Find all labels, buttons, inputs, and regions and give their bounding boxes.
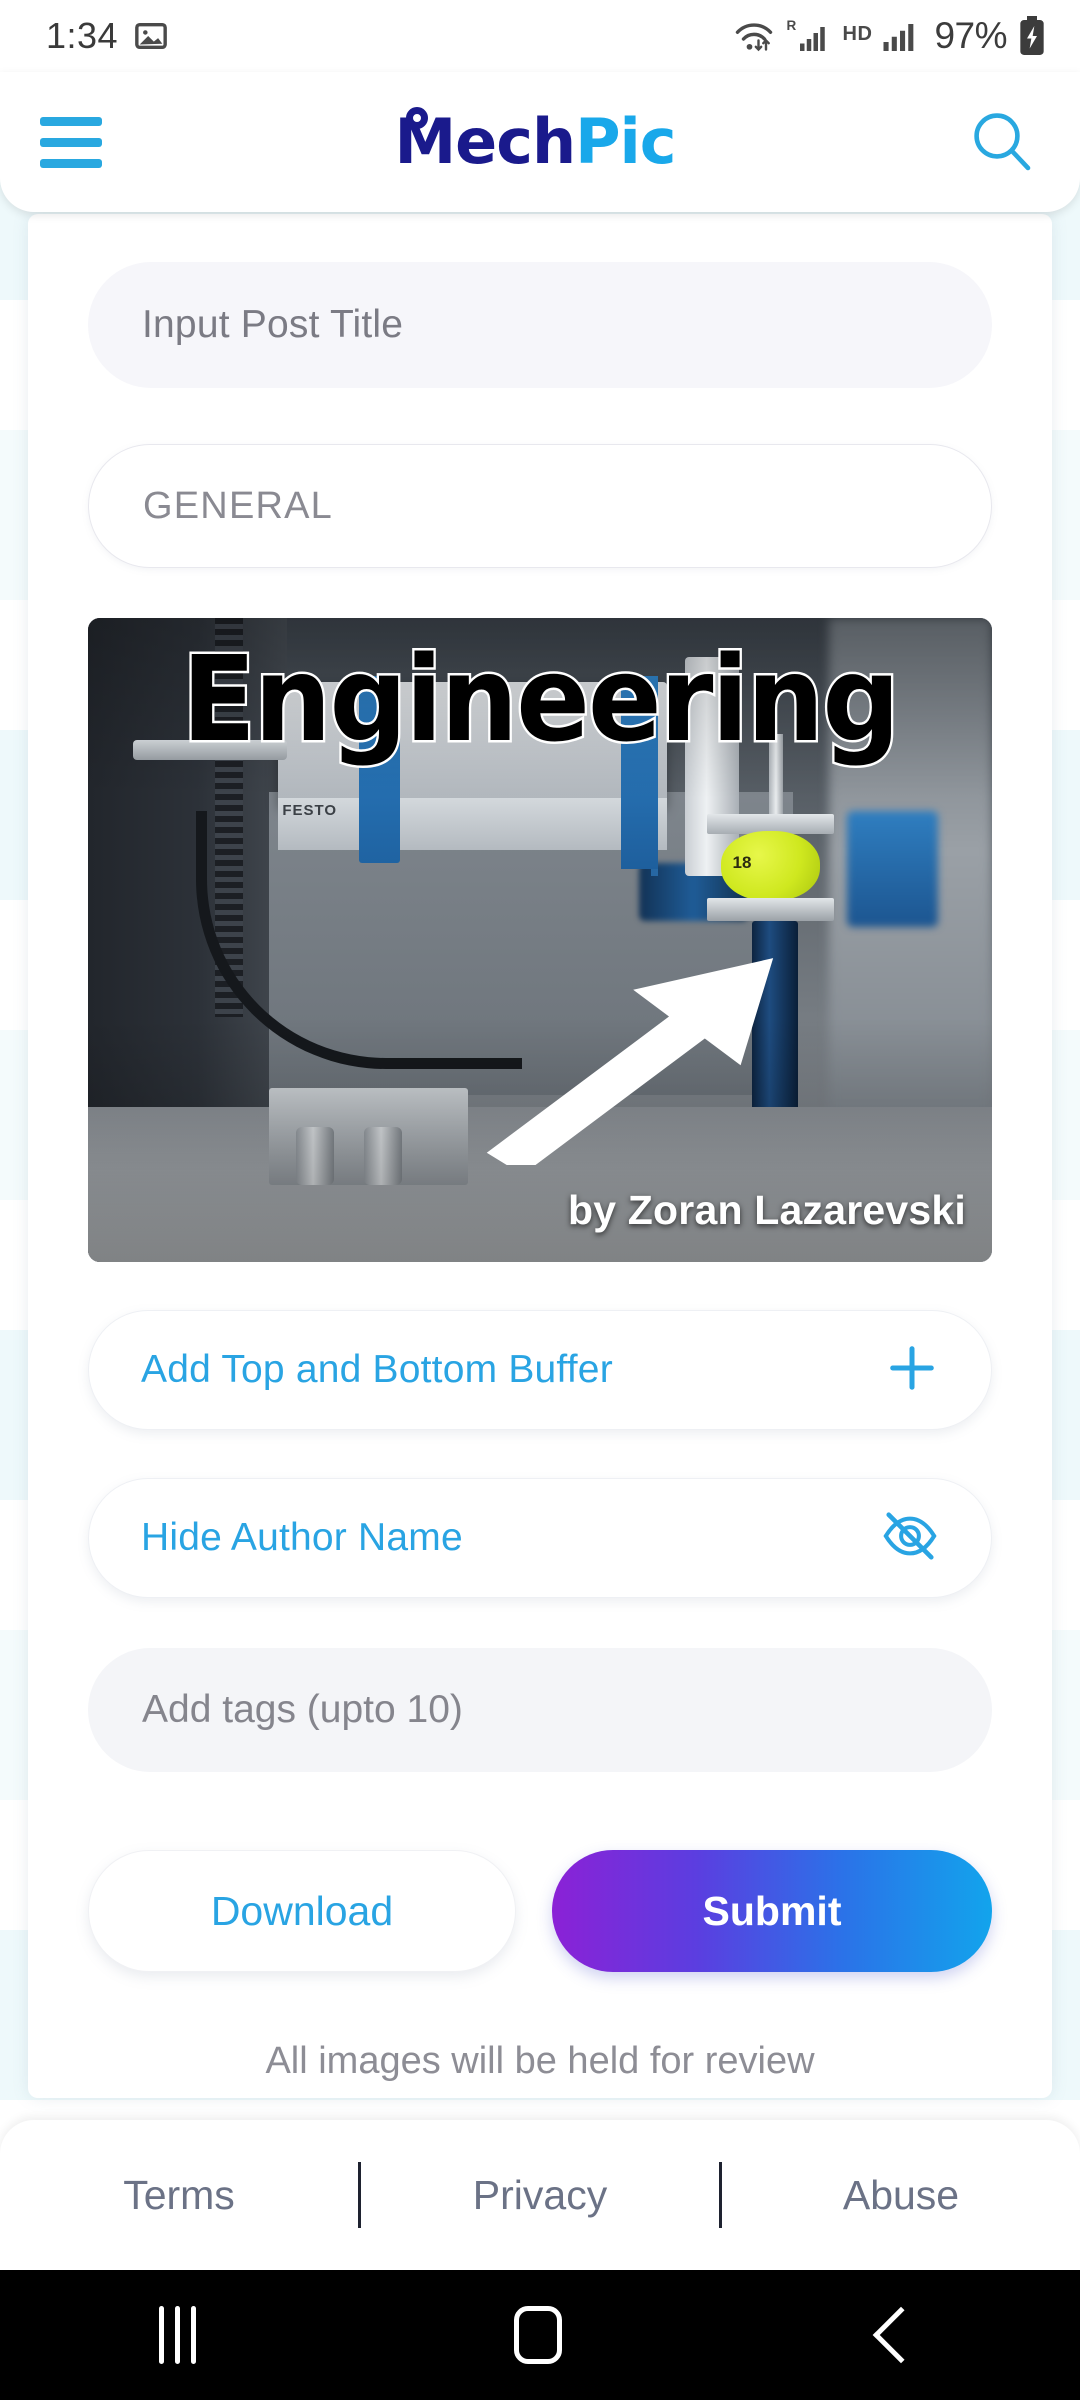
wifi-icon bbox=[733, 19, 775, 53]
download-button[interactable]: Download bbox=[88, 1850, 516, 1972]
submit-button[interactable]: Submit bbox=[552, 1850, 992, 1972]
back-icon[interactable] bbox=[872, 2306, 930, 2364]
hamburger-bar bbox=[40, 116, 102, 126]
image-icon bbox=[134, 19, 168, 53]
download-label: Download bbox=[210, 1887, 394, 1934]
status-bar-right: R HD 97% bbox=[733, 15, 1046, 57]
battery-charging-icon bbox=[1018, 16, 1046, 56]
post-title-placeholder: Input Post Title bbox=[142, 303, 404, 346]
review-note: All images will be held for review bbox=[265, 2040, 815, 2082]
status-bar-left: 1:34 bbox=[46, 15, 168, 57]
svg-text:R: R bbox=[786, 18, 796, 33]
recents-bar bbox=[175, 2306, 181, 2364]
android-nav-bar bbox=[0, 2270, 1080, 2400]
footer-link-privacy[interactable]: Privacy bbox=[361, 2172, 719, 2219]
arrow-up-right-icon bbox=[477, 946, 802, 1176]
eye-off-icon[interactable] bbox=[881, 1510, 939, 1567]
preview-overlay-title: Engineering bbox=[179, 630, 902, 768]
search-icon[interactable] bbox=[968, 108, 1036, 176]
post-title-input[interactable]: Input Post Title bbox=[88, 262, 992, 388]
tags-placeholder: Add tags (upto 10) bbox=[142, 1688, 463, 1731]
hide-author-option[interactable]: Hide Author Name bbox=[88, 1478, 992, 1598]
status-bar: 1:34 R HD 97% bbox=[0, 0, 1080, 72]
recents-icon[interactable] bbox=[159, 2306, 197, 2364]
roaming-signal-icon: R bbox=[786, 18, 832, 54]
footer-link-terms[interactable]: Terms bbox=[0, 2172, 358, 2219]
editor-body: Input Post Title GENERAL FESTO bbox=[28, 214, 1052, 2083]
post-editor-card: Input Post Title GENERAL FESTO bbox=[28, 214, 1052, 2098]
recents-bar bbox=[191, 2306, 197, 2364]
signal-bars-icon bbox=[883, 21, 923, 51]
category-select[interactable]: GENERAL bbox=[88, 444, 992, 568]
plus-icon[interactable] bbox=[885, 1341, 939, 1400]
hd-label: HD bbox=[842, 22, 873, 45]
action-buttons: Download Submit bbox=[88, 1850, 992, 1972]
hide-author-label: Hide Author Name bbox=[141, 1516, 463, 1559]
app-logo[interactable]: Mech Pic bbox=[394, 105, 677, 178]
battery-percent: 97% bbox=[934, 15, 1007, 56]
logo-text-secondary: Pic bbox=[575, 105, 676, 178]
app-header: Mech Pic bbox=[0, 72, 1080, 212]
home-icon[interactable] bbox=[514, 2306, 563, 2364]
category-value: GENERAL bbox=[143, 484, 334, 527]
preview-author-credit: by Zoran Lazarevski bbox=[567, 1187, 966, 1233]
image-preview[interactable]: FESTO 18 Engineering by Zoran Lazarevski bbox=[88, 618, 992, 1262]
hamburger-menu-icon[interactable] bbox=[40, 116, 102, 168]
add-buffer-label: Add Top and Bottom Buffer bbox=[141, 1348, 613, 1391]
add-buffer-option[interactable]: Add Top and Bottom Buffer bbox=[88, 1310, 992, 1430]
hamburger-bar bbox=[40, 137, 102, 147]
tags-input[interactable]: Add tags (upto 10) bbox=[88, 1648, 992, 1772]
footer-link-abuse[interactable]: Abuse bbox=[722, 2172, 1080, 2219]
submit-label: Submit bbox=[702, 1887, 842, 1934]
footer-bar: Terms Privacy Abuse bbox=[0, 2120, 1080, 2270]
recents-bar bbox=[159, 2306, 165, 2364]
status-clock: 1:34 bbox=[46, 15, 119, 56]
hamburger-bar bbox=[40, 158, 102, 168]
